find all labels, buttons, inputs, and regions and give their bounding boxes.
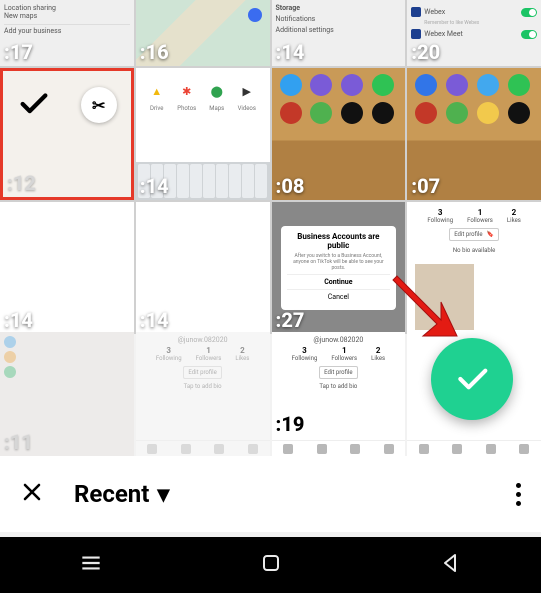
thumb-r1c1[interactable]: Location sharing New maps Add your busin… <box>0 0 134 66</box>
nav-back-icon[interactable] <box>439 551 463 579</box>
duration: :27 <box>276 308 305 332</box>
duration: :08 <box>276 174 305 198</box>
cancel-button: Cancel <box>287 289 390 304</box>
system-nav-bar <box>0 537 541 593</box>
duration: :17 <box>4 40 33 64</box>
duration: :16 <box>140 40 169 64</box>
thumb-r1c4[interactable]: Webex Remember to like Webex Webex Meet … <box>407 0 541 66</box>
line: Add your business <box>4 24 130 35</box>
thumb-r2c1-selected[interactable]: ✂ :12 <box>0 68 134 200</box>
line: Location sharing <box>4 4 130 12</box>
thumb-r1c2[interactable]: :16 <box>136 0 270 66</box>
duration: :14 <box>4 308 33 332</box>
album-dropdown[interactable]: Recent ▾ <box>74 480 169 508</box>
thumb-r2c2[interactable]: ▲Drive ✱Photos ⬤Maps ▶Videos :14 <box>136 68 270 200</box>
checkmark-icon <box>452 359 492 399</box>
duration: :14 <box>140 308 169 332</box>
modal-body: After you switch to a Business Account, … <box>287 253 390 271</box>
annotation-arrow-icon <box>389 268 459 352</box>
duration: :14 <box>276 40 305 64</box>
duration: :19 <box>276 412 305 436</box>
line: New maps <box>4 12 130 20</box>
continue-button: Continue <box>287 274 390 289</box>
duration: :14 <box>140 174 169 198</box>
handle: @junow.082020 <box>278 336 400 344</box>
duration: :11 <box>4 430 33 454</box>
chevron-down-icon: ▾ <box>157 480 169 508</box>
modal-title: Business Accounts are public <box>287 232 390 250</box>
duration: :12 <box>7 171 36 195</box>
thumb-r4c3[interactable]: @junow.082020 3Following 1Followers 2Lik… <box>272 332 406 456</box>
toggle-icon <box>521 30 537 39</box>
title: Storage <box>276 4 402 12</box>
nav-menu-icon[interactable] <box>78 550 104 580</box>
thumb-r3c3[interactable]: Business Accounts are public After you s… <box>272 202 406 334</box>
scissors-icon[interactable]: ✂ <box>81 87 117 123</box>
thumb-r2c3[interactable]: :08 <box>272 68 406 200</box>
thumb-r1c3[interactable]: Storage Notifications Additional setting… <box>272 0 406 66</box>
thumb-r2c4[interactable]: :07 <box>407 68 541 200</box>
checkmark-icon[interactable] <box>17 87 51 125</box>
thumbnail-grid: Location sharing New maps Add your busin… <box>0 0 541 334</box>
duration: :20 <box>411 40 440 64</box>
duration: :07 <box>411 174 440 198</box>
thumb-r4c2[interactable]: @junow.082020 3Following 1Followers 2Lik… <box>136 332 270 456</box>
album-label: Recent <box>74 480 149 508</box>
thumb-r3c1[interactable]: :14 <box>0 202 134 334</box>
nav-home-icon[interactable] <box>259 551 283 579</box>
close-icon[interactable] <box>20 478 44 511</box>
toggle-icon <box>521 8 537 17</box>
picker-toolbar: Recent ▾ <box>0 456 541 532</box>
more-icon[interactable] <box>516 483 521 506</box>
thumb-r3c2[interactable]: :14 <box>136 202 270 334</box>
thumb-r4c1[interactable]: :11 <box>0 332 134 456</box>
